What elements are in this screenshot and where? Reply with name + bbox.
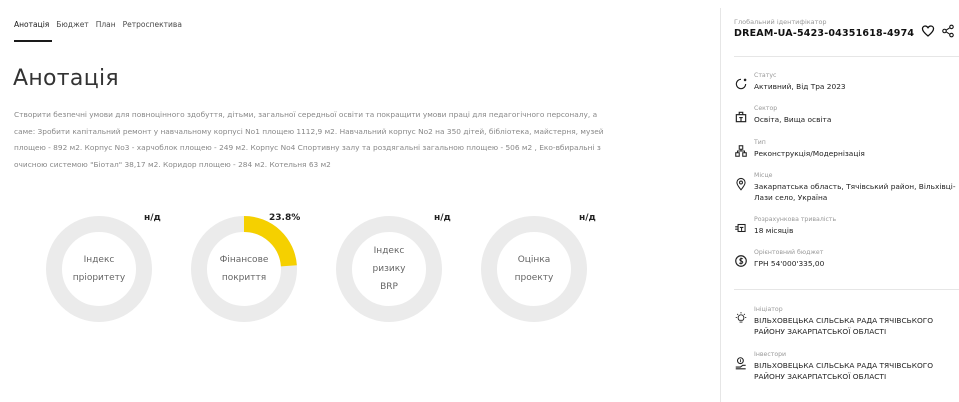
building-icon [735,111,747,123]
gauge-risk-index: Індекс ризику ВRP н/д [336,213,456,336]
budget-value: ГРН 54'000'335,00 [754,259,825,268]
gauge-label: Фінансове покриття [219,255,269,283]
sector-label: Сектор [754,105,778,112]
gauge-priority-index: Індекс пріоритету н/д [46,213,166,336]
tab-bar: Анотація Бюджет План Ретроспектива [14,20,189,35]
money-icon [735,255,747,267]
gauge-label: Індекс пріоритету [72,255,126,283]
location-icon [736,177,746,191]
investors-label: Інвестори [754,351,787,358]
gauge-value: н/д [434,213,451,223]
global-id-label: Глобальний ідентифікатор [734,18,827,26]
gauge-financial-coverage: Фінансове покриття 23.8% [191,213,311,336]
tab-annotation[interactable]: Анотація [14,20,49,35]
active-tab-indicator [14,40,52,42]
project-sidebar: Глобальний ідентифікатор DREAM-UA-5423-0… [734,0,959,402]
duration-icon [735,223,746,233]
gauge-value: н/д [144,213,161,223]
gauge-value: 23.8% [269,213,301,223]
place-value: Закарпатська область, Тячівський район, … [754,182,956,202]
status-label: Статус [754,72,777,79]
type-label: Тип [754,139,766,146]
initiator-label: Ініціатор [754,306,783,313]
divider [734,289,959,290]
share-icon[interactable] [941,24,955,38]
heart-icon[interactable] [921,24,935,38]
page-title: Анотація [13,66,119,91]
budget-label: Орієнтовний бюджет [754,249,824,256]
sector-value: Освіта, Вища освіта [754,115,832,124]
divider [734,56,959,57]
initiator-value: ВІЛЬХОВЕЦЬКА СІЛЬСЬКА РАДА ТЯЧІВСЬКОГО Р… [754,316,934,336]
tab-budget[interactable]: Бюджет [56,20,88,35]
duration-label: Розрахункова тривалість [754,216,837,223]
tab-retrospective[interactable]: Ретроспектива [123,20,182,35]
investor-icon [735,357,746,370]
status-value: Активний, Від Тра 2023 [754,82,846,91]
type-value: Реконструкція/Модернізація [754,149,865,158]
project-description: Створити безпечні умови для повноцінного… [14,110,604,169]
gauge-value: н/д [579,213,596,223]
place-label: Місце [754,172,773,179]
status-icon [735,78,747,90]
tab-plan[interactable]: План [96,20,116,35]
duration-value: 18 місяців [754,226,794,235]
gauge-label: Індекс ризику ВRP [372,246,406,292]
structure-icon [735,145,747,157]
global-id-value: DREAM-UA-5423-04351618-4974 [734,28,915,39]
gauge-label: Оцінка проекту [514,255,554,283]
main-content: Анотація Бюджет План Ретроспектива Анота… [0,0,720,402]
sidebar-divider [720,8,721,402]
lightbulb-icon [735,312,747,323]
gauge-project-rating: Оцінка проекту н/д [481,213,601,336]
investors-value: ВІЛЬХОВЕЦЬКА СІЛЬСЬКА РАДА ТЯЧІВСЬКОГО Р… [754,361,934,381]
